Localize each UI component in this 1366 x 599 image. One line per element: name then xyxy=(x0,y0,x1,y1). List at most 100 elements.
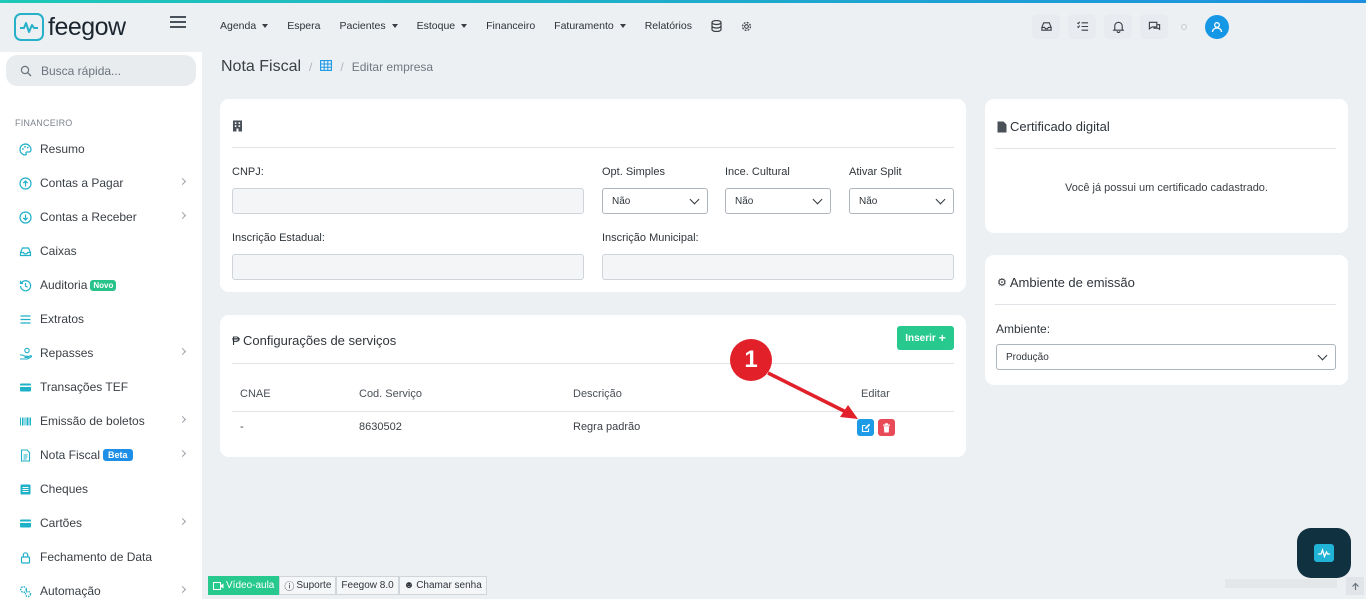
users-icon: ☻ xyxy=(403,580,415,591)
column-header-cnae: CNAE xyxy=(240,388,271,400)
ativar-split-select[interactable]: Não xyxy=(849,188,954,214)
sidebar-section-label: FINANCEIRO xyxy=(15,118,73,128)
chevron-right-icon xyxy=(178,415,187,424)
sidebar-item-fechamento-de-data[interactable]: Fechamento de Data xyxy=(0,540,202,574)
sidebar-item-resumo[interactable]: Resumo xyxy=(0,132,202,166)
column-header-cod-servico: Cod. Serviço xyxy=(359,388,422,400)
chat-icon[interactable] xyxy=(1140,14,1168,39)
caret-down-icon xyxy=(461,24,468,28)
ambiente-select[interactable]: Produção xyxy=(996,344,1336,370)
chevron-right-icon xyxy=(178,347,187,356)
inscricao-municipal-label: Inscrição Municipal: xyxy=(602,232,699,244)
status-strip xyxy=(1225,579,1337,588)
ince-cultural-select[interactable]: Não xyxy=(725,188,831,214)
column-header-descricao: Descrição xyxy=(573,388,622,400)
nav-pacientes[interactable]: Pacientes xyxy=(339,20,398,32)
video-aula-button[interactable]: Vídeo-aula xyxy=(208,576,280,595)
trash-icon xyxy=(883,422,890,432)
nav-faturamento[interactable]: Faturamento xyxy=(554,20,626,32)
top-right-toolbar xyxy=(1032,14,1229,39)
sidebar-item-cartoes[interactable]: Cartões xyxy=(0,506,202,540)
table-cell-descricao: Regra padrão xyxy=(573,421,641,433)
support-button[interactable]: ⓘ Suporte xyxy=(279,576,337,595)
nav-estoque[interactable]: Estoque xyxy=(417,20,468,32)
services-title: ₱ Configurações de serviços xyxy=(232,333,397,348)
caret-down-icon xyxy=(391,24,398,28)
gear-icon[interactable] xyxy=(741,21,752,32)
feegow-logo[interactable]: feegow xyxy=(14,12,126,42)
inbox-icon xyxy=(19,245,32,258)
credit-card-icon xyxy=(19,381,32,394)
sidebar-item-extratos[interactable]: Extratos xyxy=(0,302,202,336)
avatar[interactable] xyxy=(1205,14,1229,39)
table-cell-cnae: - xyxy=(240,421,244,433)
sidebar-item-repasses[interactable]: Repasses xyxy=(0,336,202,370)
company-card: CNPJ: Opt. Simples Não Ince. Cultural Nã… xyxy=(220,99,966,292)
database-icon[interactable] xyxy=(711,20,722,32)
nav-espera[interactable]: Espera xyxy=(287,20,320,32)
opt-simples-label: Opt. Simples xyxy=(602,166,665,178)
chevron-down-icon xyxy=(812,194,823,205)
ambiente-label: Ambiente: xyxy=(996,322,1051,336)
chevron-right-icon xyxy=(178,585,187,594)
checklist-icon[interactable] xyxy=(1068,14,1096,39)
sidebar-item-nota-fiscal[interactable]: Nota Fiscal Beta xyxy=(0,438,202,472)
list-icon xyxy=(19,313,32,326)
inscricao-municipal-field[interactable] xyxy=(602,254,954,280)
sidebar: Busca rápida... FINANCEIRO Resumo Contas… xyxy=(0,52,202,599)
certificate-card: Certificado digital Você já possui um ce… xyxy=(985,99,1348,233)
cnpj-label: CNPJ: xyxy=(232,166,264,178)
sidebar-item-contas-a-receber[interactable]: Contas a Receber xyxy=(0,200,202,234)
card-divider xyxy=(995,148,1336,149)
bell-icon[interactable] xyxy=(1104,14,1132,39)
nav-financeiro[interactable]: Financeiro xyxy=(486,20,535,32)
card-divider xyxy=(232,147,954,148)
breadcrumb-separator: / xyxy=(340,60,344,74)
opt-simples-select[interactable]: Não xyxy=(602,188,708,214)
widget-launcher-button[interactable] xyxy=(1297,528,1351,578)
delete-button[interactable] xyxy=(878,419,895,436)
certificate-title: Certificado digital xyxy=(997,119,1110,134)
beta-badge: Beta xyxy=(103,449,133,461)
page-title[interactable]: Nota Fiscal xyxy=(221,58,301,76)
ativar-split-label: Ativar Split xyxy=(849,166,902,178)
inbox-icon[interactable] xyxy=(1032,14,1060,39)
sidebar-item-emissao-de-boletos[interactable]: Emissão de boletos xyxy=(0,404,202,438)
nav-agenda[interactable]: Agenda xyxy=(220,20,269,32)
search-input[interactable]: Busca rápida... xyxy=(6,55,196,86)
arrow-up-circle-icon xyxy=(19,176,32,190)
breadcrumb: Nota Fiscal / / Editar empresa xyxy=(221,58,433,76)
status-dot xyxy=(1181,23,1187,30)
bottom-toolbar: Vídeo-aula ⓘ Suporte Feegow 8.0 ☻ Chamar… xyxy=(208,576,487,595)
insert-button[interactable]: Inserir + xyxy=(897,326,954,350)
sidebar-item-caixas[interactable]: Caixas xyxy=(0,234,202,268)
document-icon xyxy=(19,448,32,462)
caret-down-icon xyxy=(262,24,269,28)
inscricao-estadual-label: Inscrição Estadual: xyxy=(232,232,325,244)
history-icon xyxy=(19,279,32,292)
chevron-down-icon xyxy=(689,194,700,205)
menu-toggle-icon[interactable] xyxy=(170,16,186,30)
inscricao-estadual-field[interactable] xyxy=(232,254,584,280)
cnpj-field[interactable] xyxy=(232,188,584,214)
file-icon xyxy=(997,121,1007,132)
nav-relatorios[interactable]: Relatórios xyxy=(645,20,692,32)
sidebar-item-transacoes-tef[interactable]: Transações TEF xyxy=(0,370,202,404)
breadcrumb-separator: / xyxy=(309,60,313,74)
grid-icon[interactable] xyxy=(320,60,333,74)
sidebar-item-cheques[interactable]: Cheques xyxy=(0,472,202,506)
peso-icon: ₱ xyxy=(232,333,241,348)
scroll-up-icon[interactable] xyxy=(1346,577,1364,595)
table-cell-cod-servico: 8630502 xyxy=(359,421,402,433)
environment-title: ⚙ Ambiente de emissão xyxy=(997,275,1135,290)
chevron-right-icon xyxy=(178,517,187,526)
card-divider xyxy=(232,363,954,364)
sidebar-item-automacao[interactable]: Automação xyxy=(0,574,202,599)
sidebar-item-contas-a-pagar[interactable]: Contas a Pagar xyxy=(0,166,202,200)
search-placeholder: Busca rápida... xyxy=(41,63,122,78)
sidebar-item-auditoria[interactable]: Auditoria Novo xyxy=(0,268,202,302)
annotation-arrow xyxy=(767,371,858,419)
barcode-icon xyxy=(19,415,32,428)
chevron-right-icon xyxy=(178,211,187,220)
call-password-button[interactable]: ☻ Chamar senha xyxy=(398,576,487,595)
